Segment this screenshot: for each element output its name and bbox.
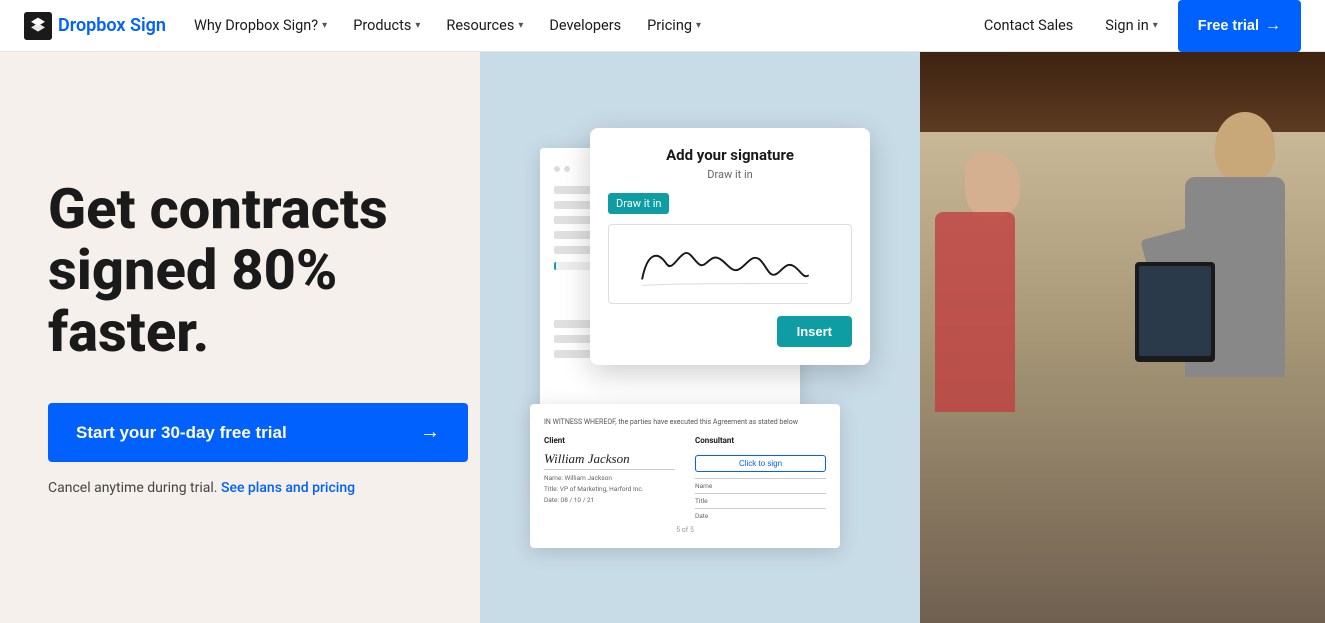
brand-name: Dropbox Sign	[58, 15, 166, 36]
chevron-down-icon: ▾	[1153, 20, 1158, 31]
client-date-label: Date: 08 / 10 / 21	[544, 496, 675, 504]
consultant-column: Consultant Click to sign Name Title Date	[695, 436, 826, 520]
witness-text: IN WITNESS WHEREOF, the parties have exe…	[544, 418, 826, 426]
doc-columns: Client William Jackson Name: William Jac…	[544, 436, 826, 520]
person-body-2	[935, 212, 1015, 412]
signature-canvas[interactable]	[608, 224, 852, 304]
client-title-label: Title: VP of Marketing, Harford Inc.	[544, 485, 675, 493]
chevron-down-icon: ▾	[415, 20, 420, 31]
nav-item-pricing[interactable]: Pricing ▾	[635, 11, 713, 40]
sig-actions: Insert	[608, 316, 852, 347]
nav-item-resources[interactable]: Resources ▾	[434, 11, 535, 40]
sig-tabs: Draw it in	[608, 193, 852, 214]
tablet-device	[1135, 262, 1215, 362]
title-field-label: Title	[695, 497, 826, 505]
nav-item-developers[interactable]: Developers	[537, 11, 633, 40]
cancel-notice: Cancel anytime during trial. See plans a…	[48, 480, 432, 496]
hero-section: Get contracts signed 80% faster. Start y…	[0, 52, 1325, 623]
hero-right-panel	[920, 52, 1325, 623]
nav-links: Why Dropbox Sign? ▾ Products ▾ Resources…	[182, 11, 972, 40]
client-fields: Name: William Jackson Title: VP of Marke…	[544, 474, 675, 504]
name-field-line	[695, 478, 826, 479]
person-head	[1215, 112, 1275, 182]
nav-item-why[interactable]: Why Dropbox Sign? ▾	[182, 11, 339, 40]
click-to-sign-button[interactable]: Click to sign	[695, 455, 826, 472]
nav-item-products[interactable]: Products ▾	[341, 11, 432, 40]
hero-headline: Get contracts signed 80% faster.	[48, 179, 432, 364]
person-head-2	[965, 152, 1020, 217]
contact-sales-link[interactable]: Contact Sales	[972, 11, 1085, 40]
chevron-down-icon: ▾	[322, 20, 327, 31]
sig-tab-draw[interactable]: Draw it in	[608, 193, 669, 214]
person-right	[1155, 112, 1295, 612]
client-signature: William Jackson	[544, 451, 675, 470]
arrow-right-icon: →	[1265, 17, 1281, 35]
plans-pricing-link[interactable]: See plans and pricing	[221, 480, 355, 496]
hero-middle-panel: ROI-PRO LEFT 3	[480, 52, 920, 623]
hero-left-panel: Get contracts signed 80% faster. Start y…	[0, 52, 480, 623]
topbar-dot-2	[564, 166, 570, 172]
consultant-fields: Name Title Date	[695, 478, 826, 520]
client-name-label: Name: William Jackson	[544, 474, 675, 482]
client-column: Client William Jackson Name: William Jac…	[544, 436, 675, 520]
nav-right: Contact Sales Sign in ▾ Free trial →	[972, 0, 1301, 52]
sig-modal-subtitle: Draw it in	[608, 168, 852, 181]
sign-in-button[interactable]: Sign in ▾	[1093, 11, 1169, 40]
logo[interactable]: Dropbox Sign	[24, 12, 166, 40]
sig-insert-button[interactable]: Insert	[777, 316, 852, 347]
signature-drawing	[609, 225, 851, 303]
client-label: Client	[544, 436, 675, 445]
arrow-right-icon: →	[420, 421, 440, 444]
sig-modal-title: Add your signature	[608, 146, 852, 164]
chevron-down-icon: ▾	[696, 20, 701, 31]
consultant-label: Consultant	[695, 436, 826, 445]
navigation: Dropbox Sign Why Dropbox Sign? ▾ Product…	[0, 0, 1325, 52]
document-preview: ROI-PRO LEFT 3	[530, 128, 870, 548]
cta-trial-button[interactable]: Start your 30-day free trial →	[48, 403, 468, 462]
photo-overlay	[920, 52, 1325, 623]
dropbox-logo-icon	[24, 12, 52, 40]
chevron-down-icon: ▾	[518, 20, 523, 31]
title-field-line	[695, 493, 826, 494]
page-number: 5 of 5	[544, 526, 826, 534]
person-left	[930, 152, 1030, 602]
date-field-label: Date	[695, 512, 826, 520]
signature-modal: Add your signature Draw it in Draw it in…	[590, 128, 870, 365]
document-bottom: IN WITNESS WHEREOF, the parties have exe…	[530, 404, 840, 548]
tablet-screen	[1139, 266, 1211, 356]
name-field-label: Name	[695, 482, 826, 490]
topbar-dot-1	[554, 166, 560, 172]
free-trial-button[interactable]: Free trial →	[1178, 0, 1301, 52]
date-field-line	[695, 508, 826, 509]
